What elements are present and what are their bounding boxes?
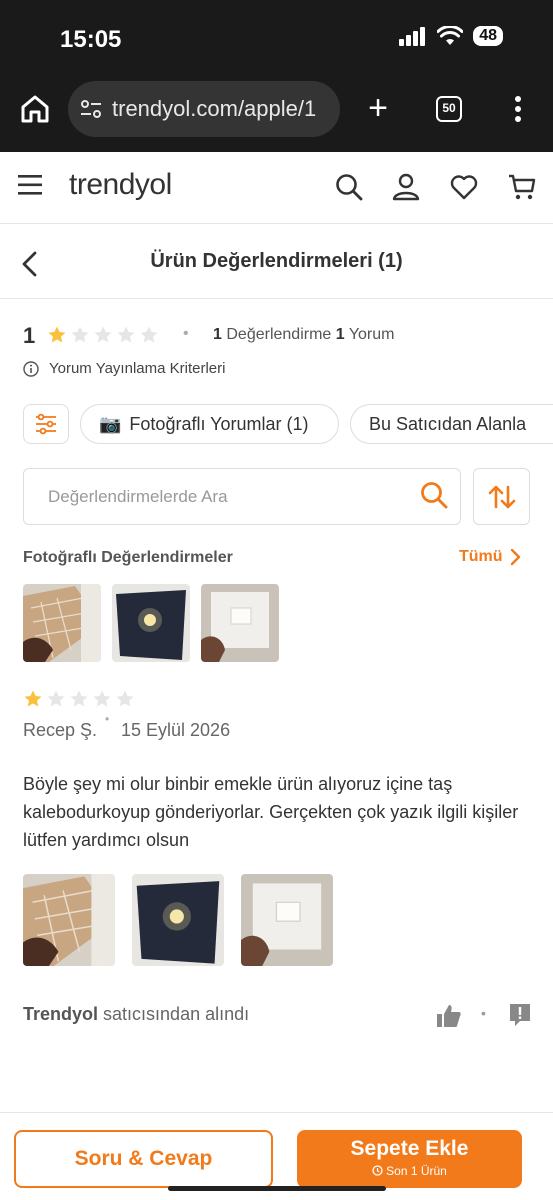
sort-arrows-icon [488,485,515,508]
sort-button[interactable] [473,468,530,525]
star-empty-icon [140,326,158,343]
review-star-rating [23,689,135,709]
info-icon [23,360,39,377]
tab-switcher-button[interactable]: 50 [436,96,462,122]
review-search-input[interactable]: Değerlendirmelerde Ara [23,468,461,525]
home-icon[interactable] [18,92,52,126]
stock-note: Son 1 Ürün [297,1164,522,1178]
wifi-icon [437,26,464,45]
star-empty-icon [117,326,135,343]
qa-button[interactable]: Soru & Cevap [14,1130,273,1188]
hamburger-menu-icon[interactable] [18,173,44,197]
stock-note-text: Son 1 Ürün [386,1164,447,1178]
review-date: 15 Eylül 2026 [121,720,231,740]
comment-count: 1 [335,326,345,343]
separator-dot: • [183,325,189,342]
camera-icon: 📷 [99,413,122,434]
address-bar[interactable]: trendyol.com/apple/1 [68,81,340,137]
star-empty-icon [116,690,134,707]
photo-reviews-heading: Fotoğraflı Değerlendirmeler [23,549,233,566]
filter-sliders-icon [36,413,56,435]
photo-chip-label: Fotoğraflı Yorumlar (1) [129,413,309,434]
comment-count-label: Yorum [348,326,395,343]
new-tab-button[interactable]: + [362,90,394,126]
review-photo[interactable] [132,874,224,966]
signal-icon [399,27,426,46]
favorites-heart-icon[interactable] [449,172,479,202]
seller-name: Trendyol [23,1004,99,1024]
clock-icon [372,1165,383,1176]
star-empty-icon [93,690,111,707]
review-text: Böyle şey mi olur binbir emekle ürün alı… [23,774,519,850]
add-to-cart-label: Sepete Ekle [350,1137,469,1160]
photo-thumbnail[interactable] [201,584,279,662]
star-empty-icon [47,690,65,707]
publishing-criteria-link[interactable]: Yorum Yayınlama Kriterleri [23,360,225,377]
report-icon[interactable] [508,1002,532,1028]
home-indicator [168,1186,386,1191]
star-empty-icon [94,326,112,343]
see-all-label: Tümü [459,548,503,565]
search-icon[interactable] [419,480,449,510]
review-count: 1 [213,326,222,343]
photo-thumbnail[interactable] [112,584,190,662]
photo-reviews-filter-chip[interactable]: 📷 Fotoğraflı Yorumlar (1) [80,404,339,444]
star-filled-icon [48,326,66,343]
site-settings-icon[interactable] [80,99,102,119]
review-photo[interactable] [241,874,333,966]
filter-button[interactable] [23,404,69,444]
review-count-label: Değerlendirme [226,326,332,343]
seller-info: Trendyol satıcısından alındı [23,1004,249,1025]
trendyol-logo[interactable]: trendyol [69,168,172,202]
summary-star-rating [47,325,159,345]
page-title: Ürün Değerlendirmeleri (1) [150,250,403,272]
more-menu-icon[interactable] [508,94,528,124]
status-icons: 48 [399,26,503,46]
average-rating: 1 [23,323,36,348]
battery-indicator: 48 [473,26,503,46]
reviewer-name: Recep Ş. [23,720,98,740]
separator-dot: • [105,712,110,726]
bought-from-seller-filter-chip[interactable]: Bu Satıcıdan Alanla [350,404,553,444]
thumbs-up-icon[interactable] [436,1003,462,1029]
see-all-link[interactable]: Tümü [459,548,521,566]
criteria-label: Yorum Yayınlama Kriterleri [49,360,226,377]
star-empty-icon [70,690,88,707]
review-counts: 1 Değerlendirme 1 Yorum [213,326,394,344]
status-time: 15:05 [60,26,122,53]
cart-icon[interactable] [507,172,537,202]
photo-thumbnail[interactable] [23,584,101,662]
seller-suffix: satıcısından alındı [103,1004,250,1024]
seller-chip-label: Bu Satıcıdan Alanla [369,413,527,434]
separator-dot: • [481,1005,486,1021]
chevron-right-icon [510,548,520,566]
account-icon[interactable] [391,172,421,202]
search-icon[interactable] [334,172,364,202]
review-photo[interactable] [23,874,115,966]
star-empty-icon [71,326,89,343]
url-text: trendyol.com/apple/1 [112,96,317,121]
star-filled-icon [24,690,42,707]
add-to-cart-button[interactable]: Sepete Ekle Son 1 Ürün [297,1130,522,1188]
